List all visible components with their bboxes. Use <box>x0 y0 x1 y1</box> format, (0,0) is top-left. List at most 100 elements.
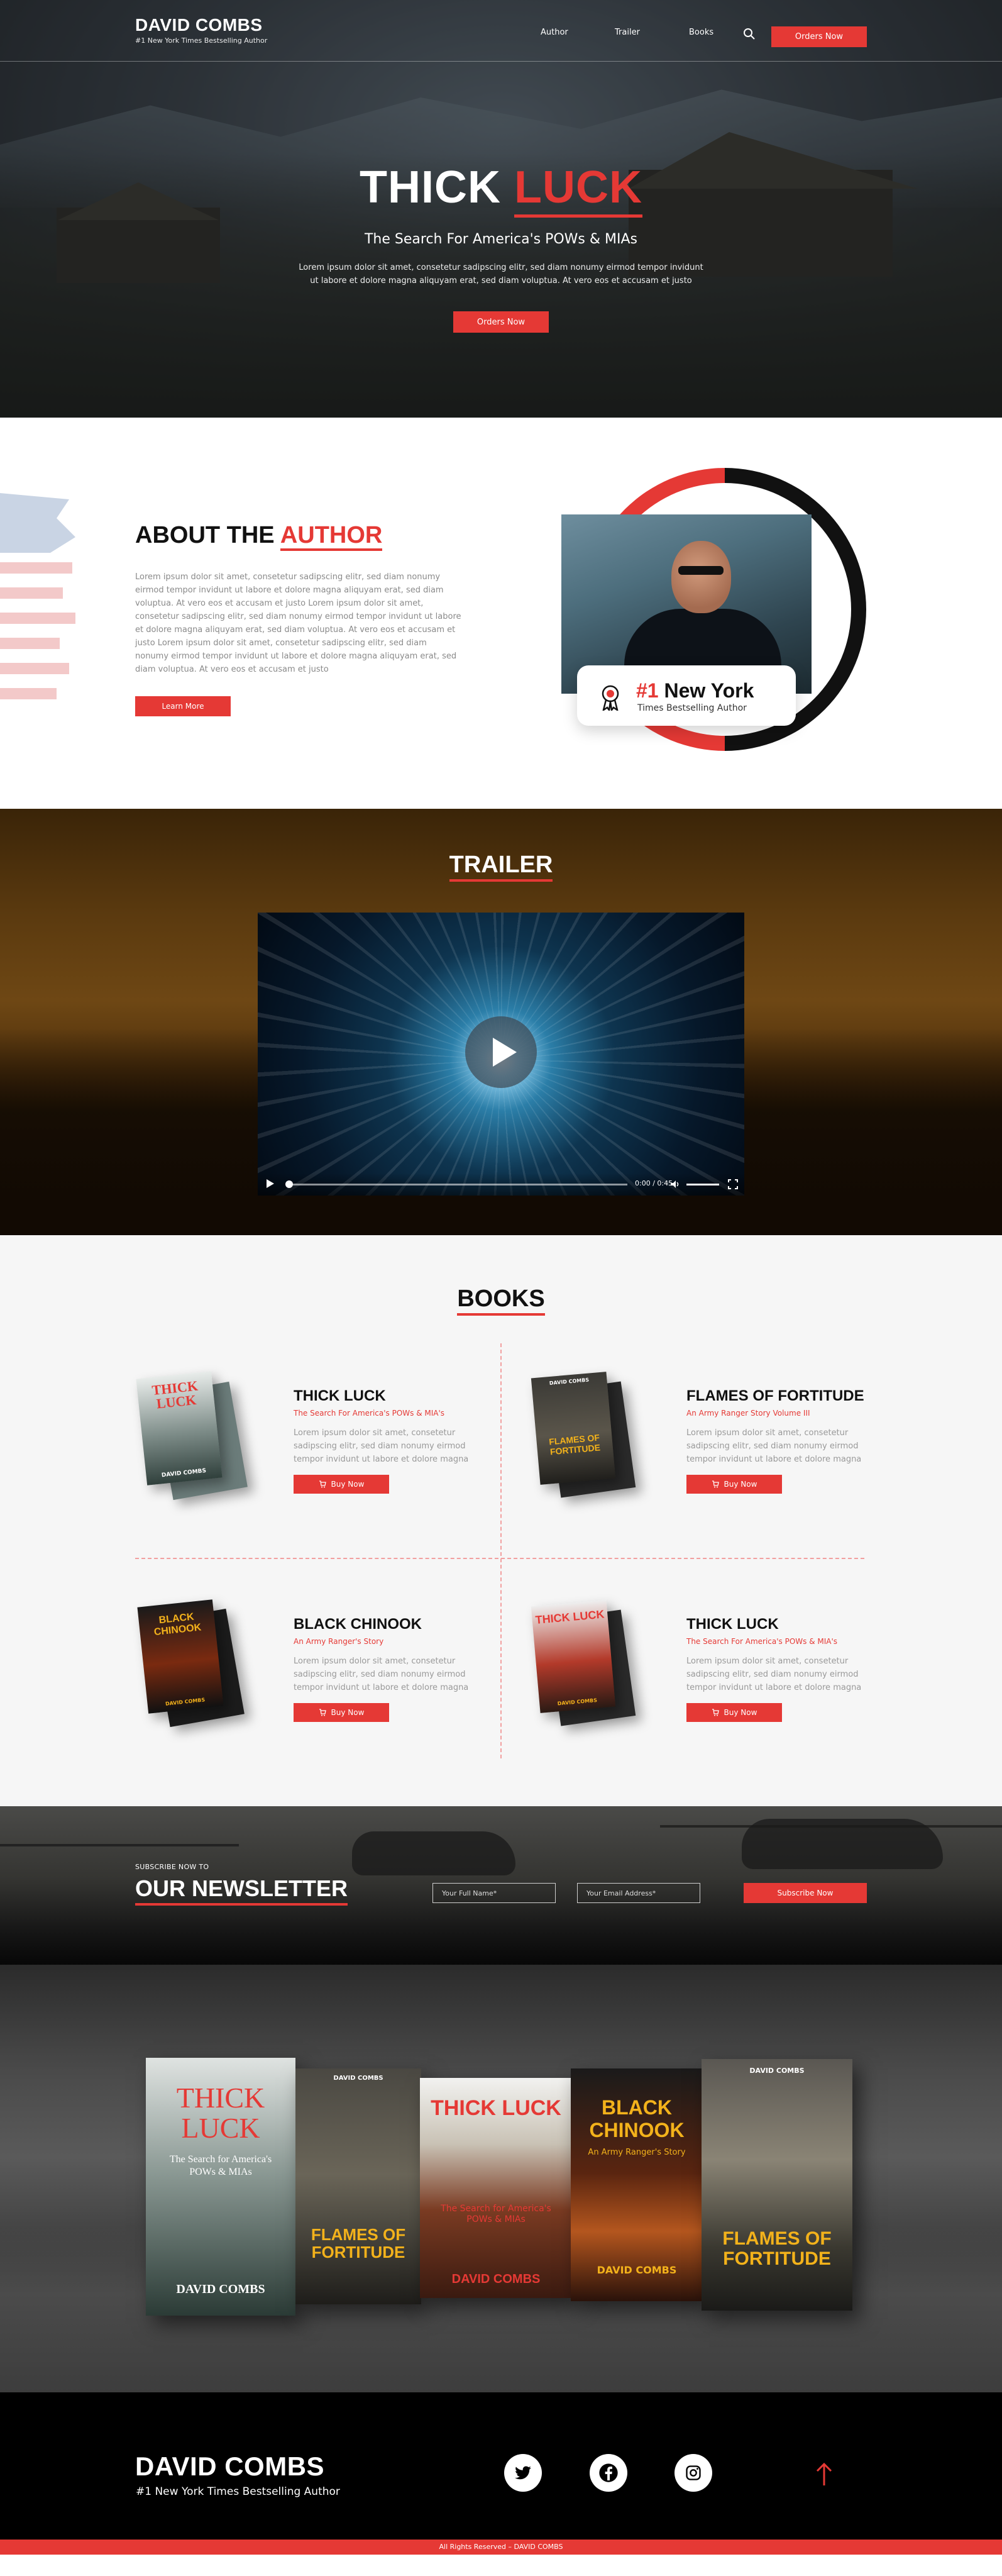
book-tagline: An Army Ranger's Story <box>294 1637 384 1646</box>
cover-title: FLAMES OF FORTITUDE <box>548 1432 601 1457</box>
hero-title-accent: LUCK <box>514 162 642 213</box>
books-divider-horizontal <box>135 1558 864 1559</box>
buy-now-label: Buy Now <box>724 1480 757 1489</box>
award-title: #1 New York <box>636 679 754 702</box>
newsletter-name-input[interactable] <box>432 1883 556 1903</box>
video-progress-handle[interactable] <box>285 1180 293 1188</box>
volume-slider[interactable] <box>686 1184 719 1185</box>
buy-now-button[interactable]: Buy Now <box>686 1703 782 1722</box>
showcase-book-subtitle: The Search for America's POWs & MIAs <box>441 2204 551 2224</box>
facebook-icon[interactable] <box>590 2454 627 2492</box>
books-title: BOOKS <box>0 1285 1002 1313</box>
nav-link-books[interactable]: Books <box>689 28 713 37</box>
buy-now-button[interactable]: Buy Now <box>294 1475 389 1494</box>
top-nav: DAVID COMBS #1 New York Times Bestsellin… <box>0 0 1002 62</box>
showcase-book-author: DAVID COMBS <box>451 2272 541 2286</box>
footer: DAVID COMBS #1 New York Times Bestsellin… <box>0 2392 1002 2555</box>
hero-subtitle: The Search For America's POWs & MIAs <box>364 231 638 247</box>
instagram-icon[interactable] <box>674 2454 712 2492</box>
hero-orders-now-button[interactable]: Orders Now <box>453 311 549 333</box>
trailer-title: TRAILER <box>0 852 1002 879</box>
about-title-accent: AUTHOR <box>280 522 383 548</box>
book-item: FLAMES OF FORTITUDE DAVID COMBS FLAMES O… <box>528 1368 880 1532</box>
scroll-top-arrow-icon[interactable] <box>815 2462 834 2487</box>
book-title: FLAMES OF FORTITUDE <box>686 1387 864 1404</box>
hero-section: DAVID COMBS #1 New York Times Bestsellin… <box>0 0 1002 418</box>
showcase-book-author: DAVID COMBS <box>749 2067 805 2075</box>
play-icon <box>493 1038 517 1067</box>
book-cover[interactable]: BLACK CHINOOK DAVID COMBS <box>135 1597 267 1741</box>
book-description: Lorem ipsum dolor sit amet, consetetur s… <box>686 1657 862 1692</box>
award-card: #1 New York Times Bestselling Author <box>577 665 796 726</box>
showcase-book[interactable]: THICK LUCK The Search for America's POWs… <box>146 2058 295 2316</box>
rotor-blade <box>0 1844 239 1846</box>
rotor-blade <box>660 1825 1002 1828</box>
brand[interactable]: DAVID COMBS #1 New York Times Bestsellin… <box>135 15 267 45</box>
newsletter-email-input[interactable] <box>577 1883 700 1903</box>
showcase-book-subtitle: An Army Ranger's Story <box>588 2148 686 2157</box>
nav-link-trailer[interactable]: Trailer <box>615 28 640 37</box>
video-progress-bar[interactable] <box>288 1184 627 1185</box>
cover-author: DAVID COMBS <box>557 1697 598 1707</box>
hero-content: THICK LUCK The Search For America's POWs… <box>0 165 1002 333</box>
showcase-book[interactable]: BLACK CHINOOK An Army Ranger's Story DAV… <box>571 2068 703 2301</box>
showcase-book[interactable]: DAVID COMBS FLAMES OF FORTITUDE <box>702 2059 852 2311</box>
buy-now-button[interactable]: Buy Now <box>294 1703 389 1722</box>
showcase-book[interactable]: THICK LUCK The Search for America's POWs… <box>420 2078 572 2298</box>
showcase-book-title: FLAMES OF FORTITUDE <box>311 2225 406 2262</box>
cover-title: THICK LUCK <box>151 1377 199 1412</box>
helicopter-silhouette <box>352 1831 515 1875</box>
fullscreen-icon[interactable] <box>728 1179 738 1189</box>
showcase-book-title: BLACK CHINOOK <box>589 2096 685 2141</box>
trailer-video[interactable]: 0:00 / 0:45 <box>258 913 744 1196</box>
book-cover[interactable]: THICK LUCK DAVID COMBS <box>135 1368 267 1513</box>
showcase-book-author: DAVID COMBS <box>597 2264 677 2276</box>
award-ribbon-icon <box>602 685 619 711</box>
brand-name: DAVID COMBS <box>135 15 263 35</box>
books-section: BOOKS THICK LUCK DAVID COMBS THICK LUCK … <box>0 1235 1002 1806</box>
search-icon[interactable] <box>743 28 756 40</box>
trailer-title-text: TRAILER <box>449 852 553 878</box>
hero-description: Lorem ipsum dolor sit amet, consetetur s… <box>299 263 703 286</box>
cart-icon <box>712 1480 719 1488</box>
subscribe-now-button[interactable]: Subscribe Now <box>744 1883 867 1903</box>
award-place: New York <box>664 679 754 702</box>
hero-title: THICK LUCK <box>0 165 1002 210</box>
book-title: THICK LUCK <box>686 1616 779 1633</box>
award-rank: #1 <box>636 679 659 702</box>
video-play-button[interactable] <box>465 1016 537 1088</box>
book-cover[interactable]: THICK LUCK DAVID COMBS <box>528 1597 660 1741</box>
book-tagline: The Search For America's POWs & MIA's <box>686 1637 838 1646</box>
about-section: ABOUT THE AUTHOR Lorem ipsum dolor sit a… <box>0 418 1002 809</box>
trailer-section: TRAILER 0:00 / 0:45 <box>0 809 1002 1235</box>
buy-now-button[interactable]: Buy Now <box>686 1475 782 1494</box>
showcase-book[interactable]: DAVID COMBS FLAMES OF FORTITUDE <box>295 2068 421 2304</box>
book-tagline: The Search For America's POWs & MIA's <box>294 1409 445 1418</box>
book-title: THICK LUCK <box>294 1387 386 1404</box>
newsletter-title: OUR NEWSLETTER <box>135 1875 348 1906</box>
cover-author: DAVID COMBS <box>165 1697 206 1707</box>
volume-icon[interactable] <box>670 1179 680 1189</box>
book-info: THICK LUCK The Search For America's POWs… <box>294 1387 482 1494</box>
nav-link-author[interactable]: Author <box>541 28 568 37</box>
control-play-icon[interactable] <box>267 1179 274 1188</box>
book-item: BLACK CHINOOK DAVID COMBS BLACK CHINOOK … <box>135 1597 487 1760</box>
book-title: BLACK CHINOOK <box>294 1616 422 1633</box>
learn-more-button[interactable]: Learn More <box>135 696 231 716</box>
about-content: ABOUT THE AUTHOR Lorem ipsum dolor sit a… <box>135 522 462 716</box>
showcase-book-author: DAVID COMBS <box>176 2282 265 2296</box>
orders-now-button[interactable]: Orders Now <box>771 26 867 47</box>
showcase-book-author: DAVID COMBS <box>333 2075 383 2082</box>
buy-now-label: Buy Now <box>331 1480 365 1489</box>
award-subtitle: Times Bestselling Author <box>637 703 747 713</box>
book-cover[interactable]: FLAMES OF FORTITUDE DAVID COMBS <box>528 1368 660 1513</box>
showcase-book-subtitle: The Search for America's POWs & MIAs <box>169 2154 272 2177</box>
newsletter-kicker: SUBSCRIBE NOW TO <box>135 1863 209 1871</box>
twitter-icon[interactable] <box>504 2454 542 2492</box>
cover-author: DAVID COMBS <box>549 1377 590 1387</box>
video-time: 0:00 / 0:45 <box>635 1179 673 1187</box>
book-item: THICK LUCK DAVID COMBS THICK LUCK The Se… <box>528 1597 880 1760</box>
flag-decoration <box>0 493 75 699</box>
books-showcase-section: THICK LUCK The Search for America's POWs… <box>0 1965 1002 2392</box>
book-description: Lorem ipsum dolor sit amet, consetetur s… <box>294 1428 469 1464</box>
